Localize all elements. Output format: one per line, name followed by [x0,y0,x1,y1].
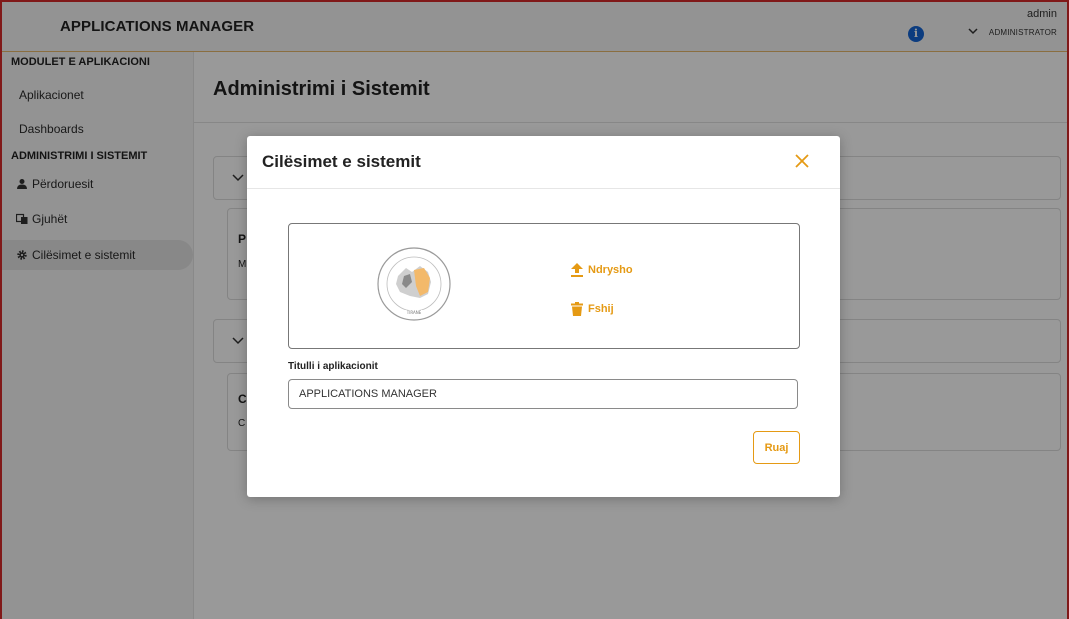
upload-icon [571,263,583,277]
delete-logo-label: Fshij [588,303,614,315]
logo-upload-box: TIRANE Ndrysho Fshij [288,223,800,349]
modal-header: Cilësimet e sistemit [247,136,840,189]
settings-modal: Cilësimet e sistemit TIRANE Ndrysho Fshi… [247,136,840,497]
logo-caption: TIRANE [406,310,422,315]
delete-logo-button[interactable]: Fshij [571,302,651,318]
save-button[interactable]: Ruaj [753,431,800,464]
trash-icon [571,302,583,316]
emblem-logo: TIRANE [377,247,451,321]
app-title-label: Titulli i aplikacionit [288,361,378,372]
change-logo-button[interactable]: Ndrysho [571,263,651,279]
modal-title: Cilësimet e sistemit [262,152,421,171]
change-logo-label: Ndrysho [588,264,633,276]
close-icon[interactable] [794,153,810,169]
app-title-input[interactable] [288,379,798,409]
